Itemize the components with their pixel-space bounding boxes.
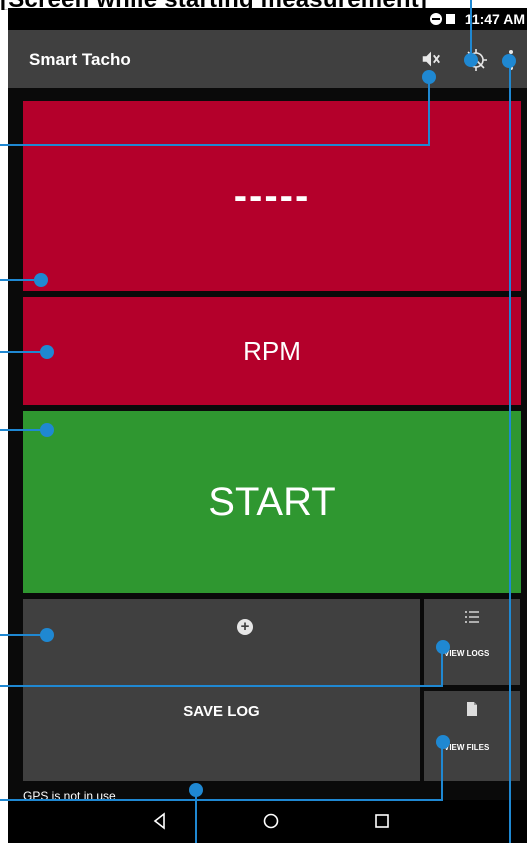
file-icon bbox=[467, 702, 477, 716]
list-icon bbox=[465, 611, 479, 623]
status-bar: 11:47 AM bbox=[8, 8, 527, 30]
system-nav-bar bbox=[8, 800, 527, 843]
app-bar: Smart Tacho bbox=[8, 30, 527, 88]
add-log-button[interactable]: + bbox=[23, 599, 420, 685]
speed-value: ----- bbox=[233, 173, 311, 218]
back-icon[interactable] bbox=[149, 810, 171, 832]
app-title: Smart Tacho bbox=[29, 50, 131, 69]
rpm-label: RPM bbox=[243, 335, 301, 366]
recents-icon[interactable] bbox=[371, 810, 393, 832]
view-files-label: VIEW FILES bbox=[444, 743, 490, 752]
do-not-disturb-icon bbox=[430, 13, 442, 25]
rpm-unit-button[interactable]: RPM bbox=[23, 297, 521, 405]
start-button[interactable]: START bbox=[23, 411, 521, 593]
home-icon[interactable] bbox=[260, 810, 282, 832]
status-time: 11:47 AM bbox=[464, 11, 525, 27]
notification-icon bbox=[446, 14, 455, 24]
view-logs-label: VIEW LOGS bbox=[444, 649, 490, 658]
save-log-label: SAVE LOG bbox=[183, 703, 260, 720]
start-label: START bbox=[208, 479, 336, 524]
mute-icon[interactable] bbox=[420, 48, 442, 70]
add-circle-icon: + bbox=[237, 619, 253, 635]
save-log-button[interactable]: SAVE LOG bbox=[23, 687, 420, 781]
speed-display: ----- bbox=[23, 101, 521, 291]
